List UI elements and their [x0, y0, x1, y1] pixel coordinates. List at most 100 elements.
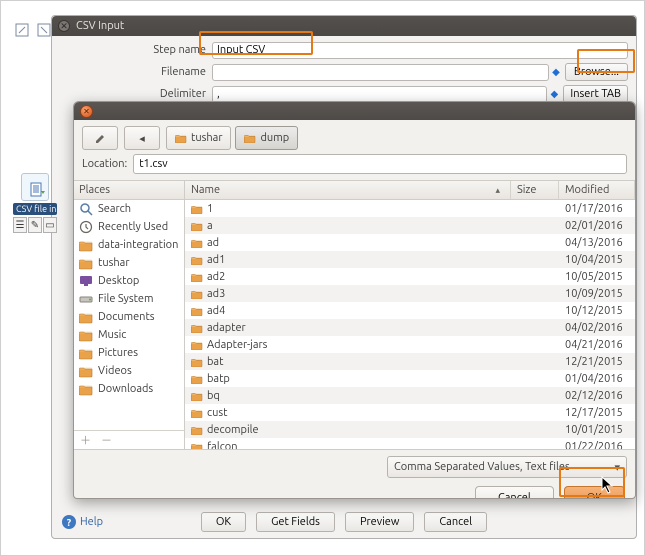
places-item[interactable]: tushar — [74, 254, 184, 272]
folder-icon — [175, 133, 187, 143]
column-header-size[interactable]: Size — [511, 181, 559, 199]
file-row[interactable]: 101/17/2016 — [185, 200, 635, 217]
column-header-name[interactable]: Name▴ — [185, 181, 511, 199]
location-label: Location: — [82, 158, 127, 170]
folder-icon — [79, 328, 93, 342]
folder-icon — [79, 382, 93, 396]
variable-icon[interactable]: ◆ — [551, 66, 561, 78]
csv-dialog-footer: ? Help OK Get Fields Preview Cancel — [52, 512, 636, 532]
places-item[interactable]: Music — [74, 326, 184, 344]
folder-icon — [191, 204, 203, 214]
folder-icon — [191, 255, 203, 265]
delimiter-input[interactable] — [212, 86, 547, 103]
file-row[interactable]: ad210/05/2015 — [185, 268, 635, 285]
folder-icon — [79, 346, 93, 360]
edit-path-button[interactable] — [82, 126, 118, 150]
path-crumb[interactable]: dump — [235, 126, 298, 150]
help-link[interactable]: ? Help — [62, 515, 103, 529]
file-row[interactable]: ad410/12/2015 — [185, 302, 635, 319]
location-input[interactable] — [133, 154, 627, 174]
sort-asc-icon: ▴ — [495, 185, 504, 196]
file-row[interactable]: a02/01/2016 — [185, 217, 635, 234]
folder-icon — [244, 133, 256, 143]
folder-icon — [191, 323, 203, 333]
file-row[interactable]: ad110/04/2015 — [185, 251, 635, 268]
step-pencil-icon[interactable]: ✎ — [28, 217, 42, 233]
file-row[interactable]: bat12/21/2015 — [185, 353, 635, 370]
file-row[interactable]: falcon01/22/2016 — [185, 438, 635, 449]
places-item[interactable]: Videos — [74, 362, 184, 380]
places-item[interactable]: Recently Used — [74, 218, 184, 236]
preview-button[interactable]: Preview — [345, 512, 414, 532]
get-fields-button[interactable]: Get Fields — [256, 512, 335, 532]
folder-icon — [191, 425, 203, 435]
help-icon: ? — [62, 515, 76, 529]
variable-icon[interactable]: ◆ — [549, 88, 559, 100]
path-crumb[interactable]: tushar — [166, 126, 231, 150]
browse-button[interactable]: Browse... — [565, 63, 628, 81]
csv-step-widget[interactable]: CSV file in ☰ ✎ ▭ — [13, 173, 57, 233]
folder-icon — [191, 221, 203, 231]
column-header-modified[interactable]: Modified — [559, 181, 635, 199]
file-chooser-dialog: ✕ ◂ tushardump Location: Places SearchRe… — [73, 101, 636, 499]
folder-icon — [191, 340, 203, 350]
csv-file-icon — [21, 173, 49, 201]
step-name-input[interactable] — [212, 42, 628, 59]
folder-icon — [79, 238, 93, 252]
step-menu-icon[interactable]: ▭ — [43, 217, 57, 233]
csv-cancel-button[interactable]: Cancel — [424, 512, 487, 532]
folder-icon — [191, 391, 203, 401]
places-item[interactable]: data-integration — [74, 236, 184, 254]
folder-icon — [79, 256, 93, 270]
csv-input-titlebar[interactable]: ✕ CSV Input — [52, 16, 636, 36]
file-type-filter-label: Comma Separated Values, Text files — [394, 461, 570, 473]
remove-bookmark-button[interactable]: － — [101, 432, 112, 448]
delimiter-label: Delimiter — [60, 88, 212, 100]
help-label: Help — [80, 516, 103, 528]
file-type-filter[interactable]: Comma Separated Values, Text files — [387, 456, 627, 478]
back-button[interactable]: ◂ — [124, 126, 160, 150]
folder-icon — [191, 238, 203, 248]
filename-label: Filename — [60, 66, 212, 78]
drive-icon — [79, 292, 93, 306]
step-name-label: Step name — [60, 44, 212, 56]
folder-icon — [79, 310, 93, 324]
folder-icon — [191, 374, 203, 384]
folder-icon — [191, 357, 203, 367]
folder-icon — [191, 408, 203, 418]
toolbar-icon-2[interactable] — [37, 23, 51, 37]
file-row[interactable]: adapter04/02/2016 — [185, 319, 635, 336]
places-panel: Places SearchRecently Useddata-integrati… — [74, 181, 185, 449]
app-toolbar-icons — [15, 23, 51, 37]
folder-icon — [191, 306, 203, 316]
add-bookmark-button[interactable]: ＋ — [80, 432, 91, 448]
toolbar-icon-1[interactable] — [15, 23, 29, 37]
places-item[interactable]: Desktop — [74, 272, 184, 290]
filename-input[interactable] — [212, 64, 549, 81]
close-icon[interactable]: ✕ — [58, 20, 70, 32]
file-row[interactable]: cust12/17/2015 — [185, 404, 635, 421]
places-item[interactable]: Search — [74, 200, 184, 218]
folder-icon — [191, 442, 203, 450]
places-item[interactable]: Pictures — [74, 344, 184, 362]
file-row[interactable]: bq02/12/2016 — [185, 387, 635, 404]
file-row[interactable]: ad310/09/2015 — [185, 285, 635, 302]
csv-ok-button[interactable]: OK — [201, 512, 246, 532]
search-icon — [79, 202, 93, 216]
places-item[interactable]: Documents — [74, 308, 184, 326]
places-item[interactable]: Downloads — [74, 380, 184, 398]
file-row[interactable]: batp01/04/2016 — [185, 370, 635, 387]
file-cancel-button[interactable]: Cancel — [475, 486, 554, 499]
csv-step-label: CSV file in — [13, 203, 57, 215]
step-edit-icon[interactable]: ☰ — [13, 217, 27, 233]
file-row[interactable]: decompile10/01/2015 — [185, 421, 635, 438]
file-row[interactable]: Adapter-jars04/21/2016 — [185, 336, 635, 353]
folder-icon — [191, 289, 203, 299]
file-row[interactable]: ad04/13/2016 — [185, 234, 635, 251]
places-item[interactable]: File System — [74, 290, 184, 308]
csv-input-title: CSV Input — [76, 20, 124, 32]
file-dialog-titlebar[interactable]: ✕ — [74, 102, 635, 120]
close-icon[interactable]: ✕ — [80, 105, 93, 118]
folder-icon — [191, 272, 203, 282]
file-ok-button[interactable]: OK — [564, 486, 625, 499]
